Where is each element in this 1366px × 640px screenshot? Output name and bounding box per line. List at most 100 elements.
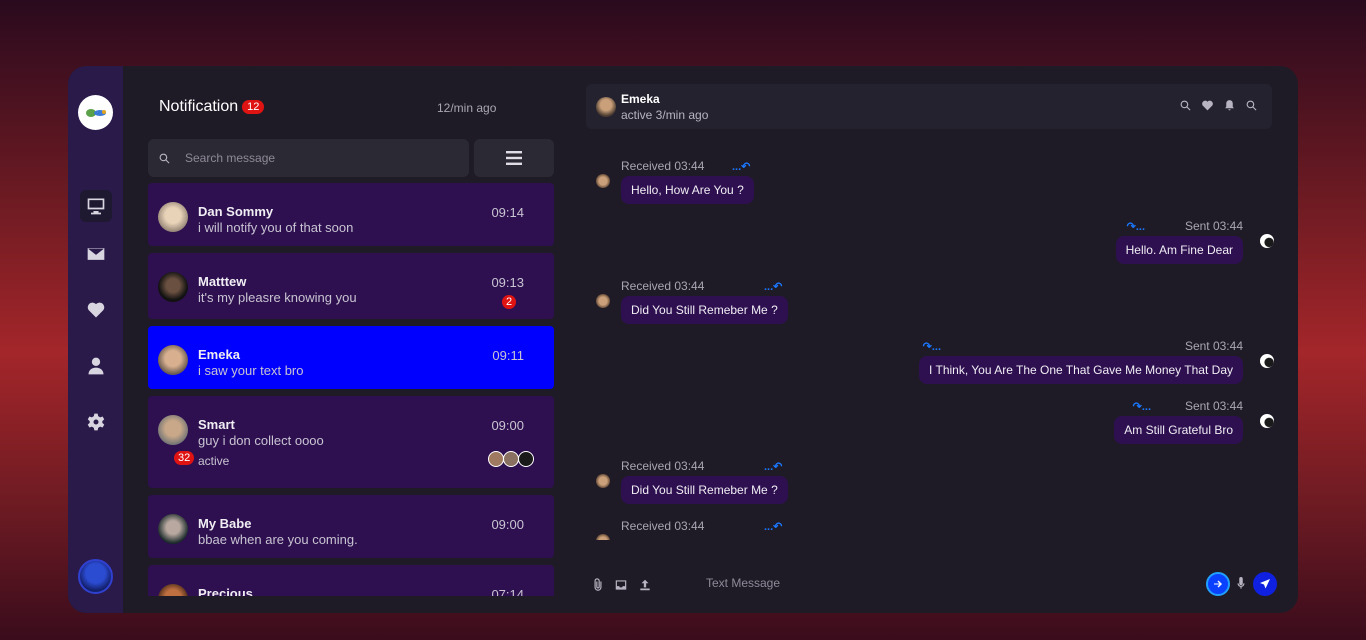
sender-avatar — [596, 174, 610, 188]
user-icon — [88, 357, 104, 375]
message-sent: ↷... Sent 03:44 Hello. Am Fine Dear — [586, 214, 1286, 274]
sender-avatar — [596, 294, 610, 308]
nav-settings[interactable] — [80, 406, 112, 438]
reply-button[interactable]: ...↶ — [764, 520, 782, 533]
message-bubble: I Think, You Are The One That Gave Me Mo… — [919, 356, 1243, 384]
app-window: Notification12 12/min ago Dan Sommy i wi… — [68, 66, 1298, 613]
unread-count-badge: 32 — [174, 451, 195, 465]
chat-panel: Emeka active 3/min ago Received 03:44 ..… — [586, 66, 1298, 613]
attach-button[interactable] — [591, 578, 605, 592]
app-logo[interactable] — [78, 95, 113, 130]
forward-button[interactable]: ↷... — [1127, 220, 1145, 233]
reply-icon: ↶ — [773, 461, 783, 473]
message-time: 07:14 — [491, 587, 524, 596]
message-received: Received 03:44 ...↶ — [586, 514, 1286, 540]
nav-favorites[interactable] — [80, 294, 112, 326]
status-label: active — [198, 454, 230, 468]
search-icon — [1246, 100, 1257, 111]
reply-dots: ... — [764, 281, 774, 293]
envelope-icon — [87, 248, 105, 260]
unread-count-badge: 2 — [502, 295, 517, 309]
favorite-button[interactable] — [1201, 99, 1214, 112]
avatar — [158, 272, 188, 302]
contact-name: My Babe — [198, 516, 252, 531]
search-input[interactable] — [185, 151, 445, 165]
message-preview: it's my pleasre knowing you — [198, 290, 357, 305]
message-meta: Received 03:44 — [621, 459, 705, 473]
upload-icon — [640, 579, 650, 591]
search-button[interactable] — [1179, 99, 1192, 112]
forward-dots: ... — [931, 341, 941, 353]
message-meta: Received 03:44 — [621, 159, 705, 173]
notification-title: Notification — [159, 98, 239, 115]
paperclip-icon — [594, 578, 602, 591]
forward-button[interactable]: ↷... — [923, 340, 941, 353]
send-button[interactable] — [1253, 572, 1277, 596]
sender-avatar — [1260, 354, 1274, 368]
chat-header: Emeka active 3/min ago — [586, 84, 1272, 129]
message-bubble: Hello. Am Fine Dear — [1115, 236, 1243, 264]
arrow-right-icon — [1214, 580, 1222, 588]
logo-icon — [85, 108, 106, 117]
microphone-button[interactable] — [1234, 577, 1248, 591]
conversation-item[interactable]: Smart guy i don collect oooo 09:00 32 ac… — [148, 396, 554, 488]
nav-desktop[interactable] — [80, 190, 112, 222]
message-bubble: Am Still Grateful Bro — [1114, 416, 1243, 444]
notification-badge: 12 — [242, 100, 265, 114]
avatar — [158, 202, 188, 232]
forward-action-button[interactable] — [1206, 572, 1230, 596]
sidebar — [68, 66, 123, 613]
message-received: Received 03:44 ...↶ Did You Still Remebe… — [586, 454, 1286, 514]
avatar — [158, 514, 188, 544]
contact-name: Matttew — [198, 274, 247, 289]
message-meta: Sent 03:44 — [1184, 339, 1243, 353]
sender-avatar — [596, 534, 610, 540]
avatar — [518, 451, 534, 467]
conversation-item[interactable]: Precious 07:14 — [148, 565, 554, 596]
microphone-icon — [1237, 577, 1245, 589]
group-avatars — [488, 451, 534, 467]
search-messages-button[interactable] — [1245, 99, 1258, 112]
conversation-item[interactable]: Dan Sommy i will notify you of that soon… — [148, 183, 554, 246]
forward-button[interactable]: ↷... — [1133, 400, 1151, 413]
notifications-button[interactable] — [1223, 99, 1236, 112]
message-time: 09:13 — [491, 275, 524, 290]
message-thread: Received 03:44 ...↶ Hello, How Are You ?… — [586, 154, 1286, 540]
gear-icon — [87, 413, 105, 431]
reply-button[interactable]: ...↶ — [732, 160, 750, 173]
reply-icon: ↶ — [773, 281, 783, 293]
message-time: 09:00 — [491, 418, 524, 433]
current-user-avatar[interactable] — [78, 559, 113, 594]
search-icon — [159, 153, 170, 163]
message-received: Received 03:44 ...↶ Hello, How Are You ? — [586, 154, 1286, 214]
reply-dots: ... — [764, 521, 774, 533]
monitor-icon — [87, 198, 105, 215]
message-sent: ↷... Sent 03:44 I Think, You Are The One… — [586, 334, 1286, 394]
avatar — [488, 451, 504, 467]
forward-icon: ↷ — [1126, 221, 1136, 233]
message-meta: Sent 03:44 — [1184, 399, 1243, 413]
nav-messages[interactable] — [80, 238, 112, 270]
heart-icon — [1202, 100, 1213, 111]
message-preview: i will notify you of that soon — [198, 220, 354, 235]
archive-button[interactable] — [614, 578, 628, 592]
forward-icon: ↷ — [1132, 401, 1142, 413]
message-bubble: Did You Still Remeber Me ? — [621, 476, 788, 504]
message-time: 09:00 — [491, 517, 524, 532]
menu-button[interactable] — [474, 139, 554, 177]
message-time: 09:11 — [492, 348, 524, 363]
reply-button[interactable]: ...↶ — [764, 280, 782, 293]
conversation-item-selected[interactable]: Emeka i saw your text bro 09:11 — [148, 326, 554, 389]
message-preview: guy i don collect oooo — [198, 433, 324, 448]
message-time: 09:14 — [491, 205, 524, 220]
message-input[interactable] — [706, 576, 1006, 590]
nav-profile[interactable] — [80, 350, 112, 382]
conversation-item[interactable]: My Babe bbae when are you coming. 09:00 — [148, 495, 554, 558]
contact-avatar[interactable] — [596, 97, 616, 117]
conversation-item[interactable]: Matttew it's my pleasre knowing you 09:1… — [148, 253, 554, 319]
upload-button[interactable] — [638, 578, 652, 592]
conversation-panel: Notification12 12/min ago Dan Sommy i wi… — [148, 66, 554, 613]
forward-icon: ↷ — [922, 341, 932, 353]
reply-button[interactable]: ...↶ — [764, 460, 782, 473]
message-bubble: Did You Still Remeber Me ? — [621, 296, 788, 324]
